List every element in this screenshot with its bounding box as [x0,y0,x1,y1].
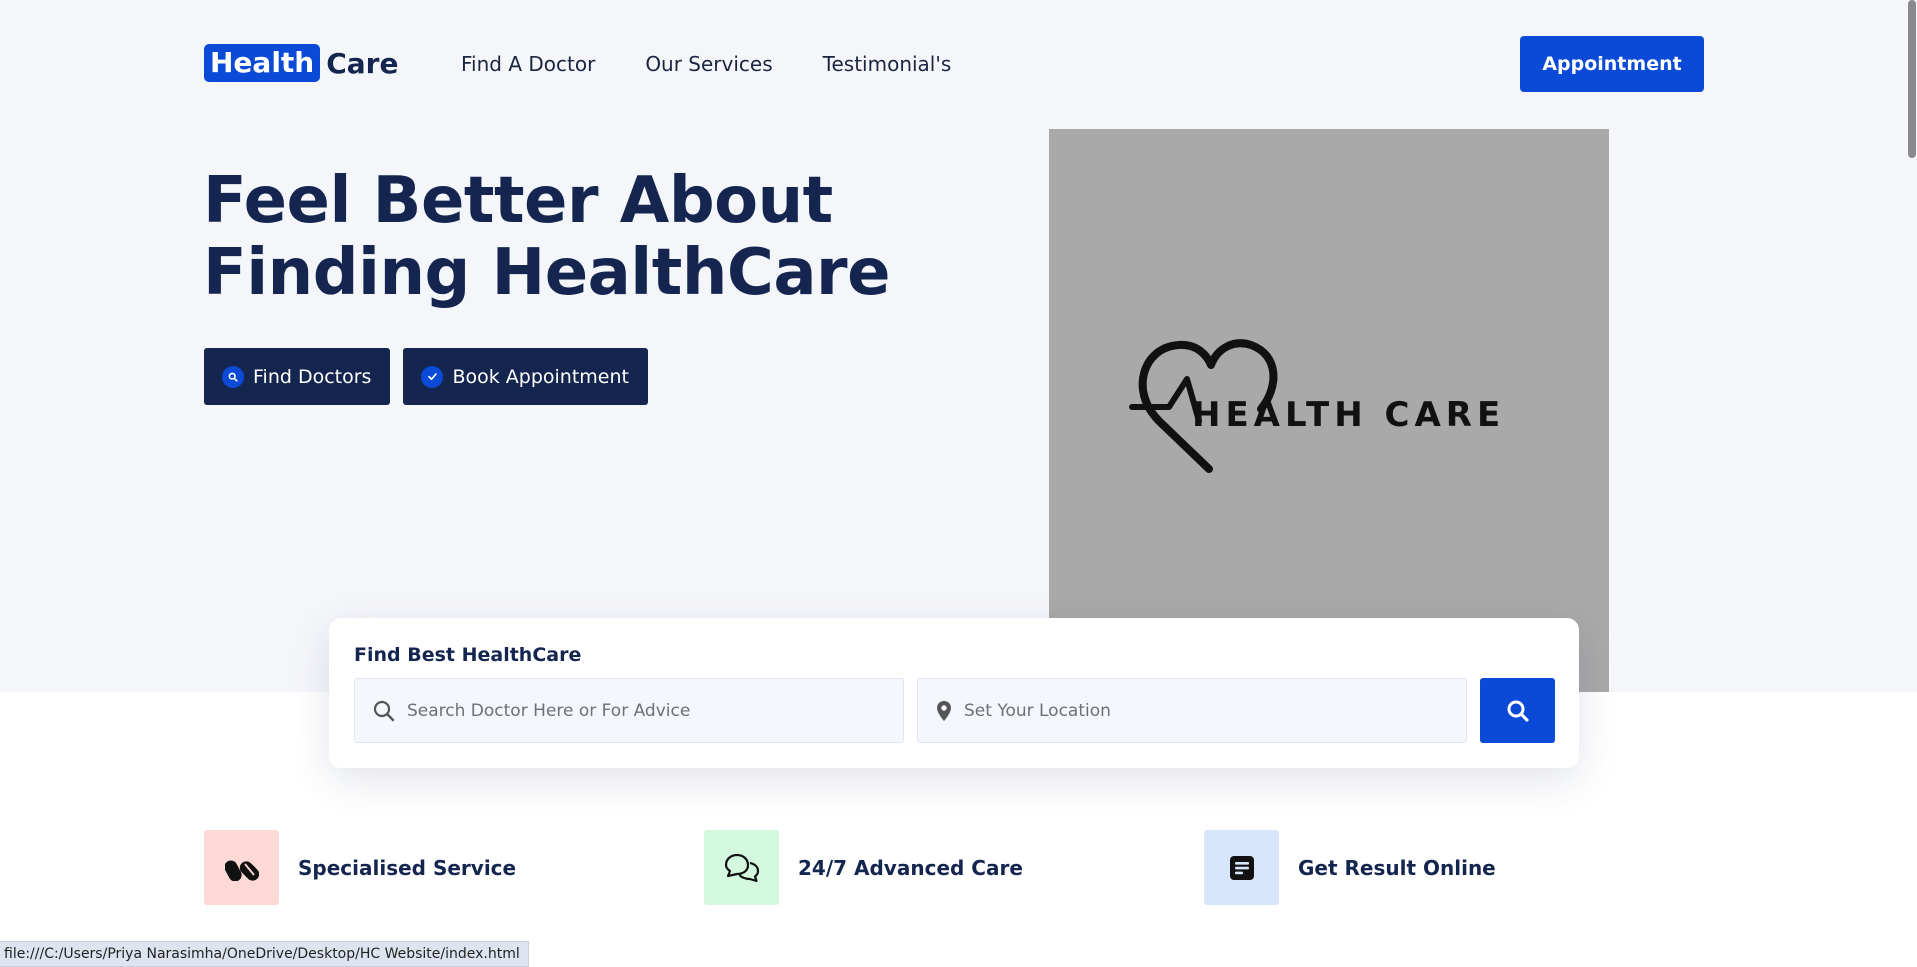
hero-actions: Find Doctors Book Appointment [204,348,648,405]
hero-title-line-1: Feel Better About [203,164,833,238]
document-icon [1229,855,1254,880]
check-icon [421,365,444,388]
logo-highlight: Health [204,44,321,82]
chat-bubbles-icon [724,853,759,882]
feature-label: 24/7 Advanced Care [798,855,1023,880]
feature-advanced-care: 24/7 Advanced Care [704,830,1023,905]
search-icon [373,700,395,722]
hero-title-line-2: Finding HealthCare [203,236,891,310]
find-doctors-button[interactable]: Find Doctors [204,348,391,405]
feature-tile [704,830,779,905]
nav-our-services[interactable]: Our Services [645,50,772,78]
scrollbar-thumb[interactable] [1908,0,1916,158]
book-appointment-label: Book Appointment [452,365,629,388]
search-icon [1507,700,1529,722]
site-logo[interactable]: Health Care [204,44,398,82]
location-input[interactable]: Set Your Location [964,701,1111,721]
feature-tile [1204,830,1279,905]
search-title: Find Best HealthCare [354,644,582,666]
feature-label: Get Result Online [1298,855,1496,880]
hero-image-text: HEALTH CARE [1192,395,1506,435]
hero-title: Feel Better About Finding HealthCare [203,165,903,309]
feature-result-online: Get Result Online [1204,830,1496,905]
browser-status-bar: file:///C:/Users/Priya Narasimha/OneDriv… [0,941,529,967]
hero-background [0,0,1917,692]
nav-find-a-doctor[interactable]: Find A Doctor [461,50,595,78]
location-field[interactable]: Set Your Location [917,678,1467,743]
feature-specialised-service: Specialised Service [204,830,516,905]
feature-tile [204,830,279,905]
map-pin-icon [936,700,952,722]
feature-label: Specialised Service [298,855,517,880]
hero-image: HEALTH CARE [1049,129,1609,692]
pills-icon [224,860,259,881]
find-doctors-label: Find Doctors [253,365,372,388]
main-nav: Find A Doctor Our Services Testimonial's [461,50,951,78]
search-icon [222,365,244,388]
logo-text: Care [326,46,399,80]
search-submit-button[interactable] [1480,678,1555,743]
nav-testimonials[interactable]: Testimonial's [823,50,952,78]
appointment-button[interactable]: Appointment [1520,36,1704,92]
book-appointment-button[interactable]: Book Appointment [403,348,648,405]
doctor-search-field[interactable]: Search Doctor Here or For Advice [354,678,904,743]
doctor-search-input[interactable]: Search Doctor Here or For Advice [407,701,690,721]
search-card: Find Best HealthCare Search Doctor Here … [329,618,1579,768]
